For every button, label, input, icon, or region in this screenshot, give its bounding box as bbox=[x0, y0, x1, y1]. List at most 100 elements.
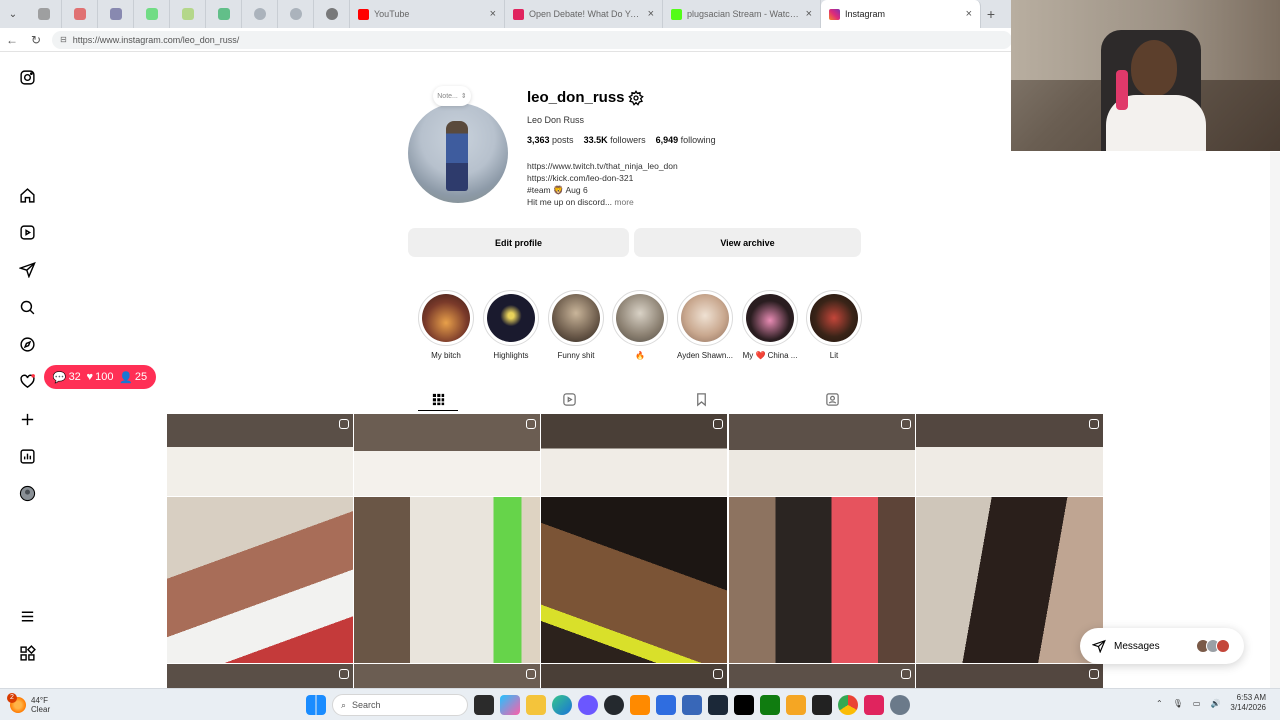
dashboard-icon[interactable] bbox=[17, 446, 37, 466]
reels-tab-icon[interactable] bbox=[560, 390, 578, 408]
pinned-tab[interactable] bbox=[26, 0, 62, 28]
page-scrollbar[interactable] bbox=[1270, 152, 1280, 688]
post-thumbnail[interactable] bbox=[354, 664, 540, 688]
pinned-tab[interactable] bbox=[62, 0, 98, 28]
tiktok-icon[interactable] bbox=[734, 695, 754, 715]
new-tab-button[interactable]: + bbox=[981, 6, 1001, 22]
post-thumbnail[interactable] bbox=[541, 664, 727, 688]
following-stat[interactable]: 6,949 following bbox=[656, 135, 716, 145]
post-thumbnail[interactable] bbox=[541, 414, 727, 496]
messages-button[interactable]: Messages bbox=[1080, 628, 1244, 664]
tab-instagram[interactable]: Instagram × bbox=[821, 0, 981, 28]
clock[interactable]: 6:53 AM 3/14/2026 bbox=[1230, 693, 1266, 713]
back-icon[interactable]: ← bbox=[0, 33, 24, 47]
close-icon[interactable]: × bbox=[648, 8, 654, 20]
highlight-item[interactable]: My ❤️ China ... bbox=[742, 290, 798, 360]
rockstar-icon[interactable] bbox=[786, 695, 806, 715]
view-archive-button[interactable]: View archive bbox=[634, 228, 861, 257]
site-info-icon[interactable]: ⊟ bbox=[60, 35, 67, 44]
post-thumbnail[interactable] bbox=[916, 664, 1103, 688]
post-thumbnail[interactable] bbox=[729, 664, 915, 688]
post-thumbnail[interactable] bbox=[167, 664, 353, 688]
profile-picture[interactable] bbox=[408, 103, 508, 203]
bio-more-link[interactable]: more bbox=[614, 197, 633, 207]
search-icon[interactable] bbox=[17, 297, 37, 317]
copilot-icon[interactable] bbox=[500, 695, 520, 715]
chrome-icon[interactable] bbox=[838, 695, 858, 715]
notifications-heart-icon[interactable] bbox=[17, 371, 37, 391]
tiktok-live-icon[interactable] bbox=[864, 695, 884, 715]
post-thumbnail[interactable] bbox=[729, 497, 915, 663]
pinned-tab[interactable] bbox=[170, 0, 206, 28]
url-field[interactable]: ⊟ https://www.instagram.com/leo_don_russ… bbox=[52, 30, 1012, 49]
posts-grid-tab-icon[interactable] bbox=[429, 390, 447, 408]
close-icon[interactable]: × bbox=[490, 8, 496, 20]
reel-icon bbox=[1089, 669, 1099, 679]
github-icon[interactable] bbox=[604, 695, 624, 715]
windows-start-icon[interactable] bbox=[306, 695, 326, 715]
taskbar-search[interactable]: ⌕ Search bbox=[332, 694, 468, 716]
microphone-icon[interactable]: 🎙 bbox=[1173, 699, 1183, 708]
post-thumbnail[interactable] bbox=[916, 414, 1103, 496]
highlight-item[interactable]: 🔥 bbox=[612, 290, 668, 360]
weather-widget[interactable]: 2 44°F Clear bbox=[0, 692, 50, 714]
steam-icon[interactable] bbox=[708, 695, 728, 715]
bio-link-kick[interactable]: https://kick.com/leo-don-321 bbox=[527, 172, 678, 184]
pinned-tab[interactable] bbox=[278, 0, 314, 28]
reels-icon[interactable] bbox=[17, 222, 37, 242]
instagram-logo-icon[interactable] bbox=[17, 67, 37, 87]
task-view-icon[interactable] bbox=[474, 695, 494, 715]
followers-stat[interactable]: 33.5K followers bbox=[584, 135, 646, 145]
reload-icon[interactable]: ↻ bbox=[24, 33, 48, 47]
app-icon[interactable] bbox=[812, 695, 832, 715]
volume-icon[interactable]: 🔊 bbox=[1210, 699, 1220, 708]
post-thumbnail[interactable] bbox=[167, 497, 353, 663]
explore-icon[interactable] bbox=[17, 334, 37, 354]
pinned-tab[interactable] bbox=[314, 0, 350, 28]
highlight-item[interactable]: Funny shit bbox=[548, 290, 604, 360]
tagged-tab-icon[interactable] bbox=[823, 390, 841, 408]
tab-youtube[interactable]: YouTube × bbox=[350, 0, 505, 28]
messenger-icon[interactable] bbox=[578, 695, 598, 715]
also-from-meta-icon[interactable] bbox=[17, 643, 37, 663]
note-bubble[interactable]: Note... ⇕ bbox=[433, 86, 471, 106]
pinned-tab[interactable] bbox=[206, 0, 242, 28]
post-thumbnail[interactable] bbox=[354, 414, 540, 496]
post-thumbnail[interactable] bbox=[541, 497, 727, 663]
settings-icon[interactable] bbox=[890, 695, 910, 715]
bio-link-twitch[interactable]: https://www.twitch.tv/that_ninja_leo_don bbox=[527, 160, 678, 172]
close-icon[interactable]: × bbox=[966, 8, 972, 20]
settings-gear-icon[interactable] bbox=[628, 90, 644, 106]
edge-icon[interactable] bbox=[552, 695, 572, 715]
pinned-tab[interactable] bbox=[242, 0, 278, 28]
vpn-icon[interactable] bbox=[682, 695, 702, 715]
tab-kick[interactable]: plugsacian Stream - Watch Live on... × bbox=[663, 0, 821, 28]
display-icon[interactable]: ▭ bbox=[1193, 699, 1201, 708]
create-icon[interactable] bbox=[17, 409, 37, 429]
tab-search-icon[interactable]: ⌄ bbox=[0, 0, 26, 28]
home-icon[interactable] bbox=[17, 185, 37, 205]
more-menu-icon[interactable] bbox=[17, 606, 37, 626]
close-icon[interactable]: × bbox=[806, 8, 812, 20]
highlight-item[interactable]: Ayden Shawn... bbox=[677, 290, 733, 360]
saved-tab-icon[interactable] bbox=[692, 390, 710, 408]
pinned-tab[interactable] bbox=[134, 0, 170, 28]
highlight-item[interactable]: My bitch bbox=[418, 290, 474, 360]
edit-profile-button[interactable]: Edit profile bbox=[408, 228, 629, 257]
app-icon[interactable] bbox=[630, 695, 650, 715]
post-thumbnail[interactable] bbox=[167, 414, 353, 496]
notification-summary-badge[interactable]: 💬 32 ♥ 100 👤 25 bbox=[44, 365, 156, 389]
profile-avatar-icon[interactable] bbox=[17, 483, 37, 503]
post-thumbnail[interactable] bbox=[729, 414, 915, 496]
store-icon[interactable] bbox=[656, 695, 676, 715]
post-thumbnail[interactable] bbox=[354, 497, 540, 663]
direct-messages-icon[interactable] bbox=[17, 259, 37, 279]
post-thumbnail[interactable] bbox=[916, 497, 1103, 663]
xbox-icon[interactable] bbox=[760, 695, 780, 715]
highlight-item[interactable]: Lit bbox=[806, 290, 862, 360]
highlight-item[interactable]: Highlights bbox=[483, 290, 539, 360]
tray-chevron-icon[interactable]: ⌃ bbox=[1156, 699, 1163, 708]
tab-debate[interactable]: Open Debate! What Do You Belie... × bbox=[505, 0, 663, 28]
file-explorer-icon[interactable] bbox=[526, 695, 546, 715]
pinned-tab[interactable] bbox=[98, 0, 134, 28]
